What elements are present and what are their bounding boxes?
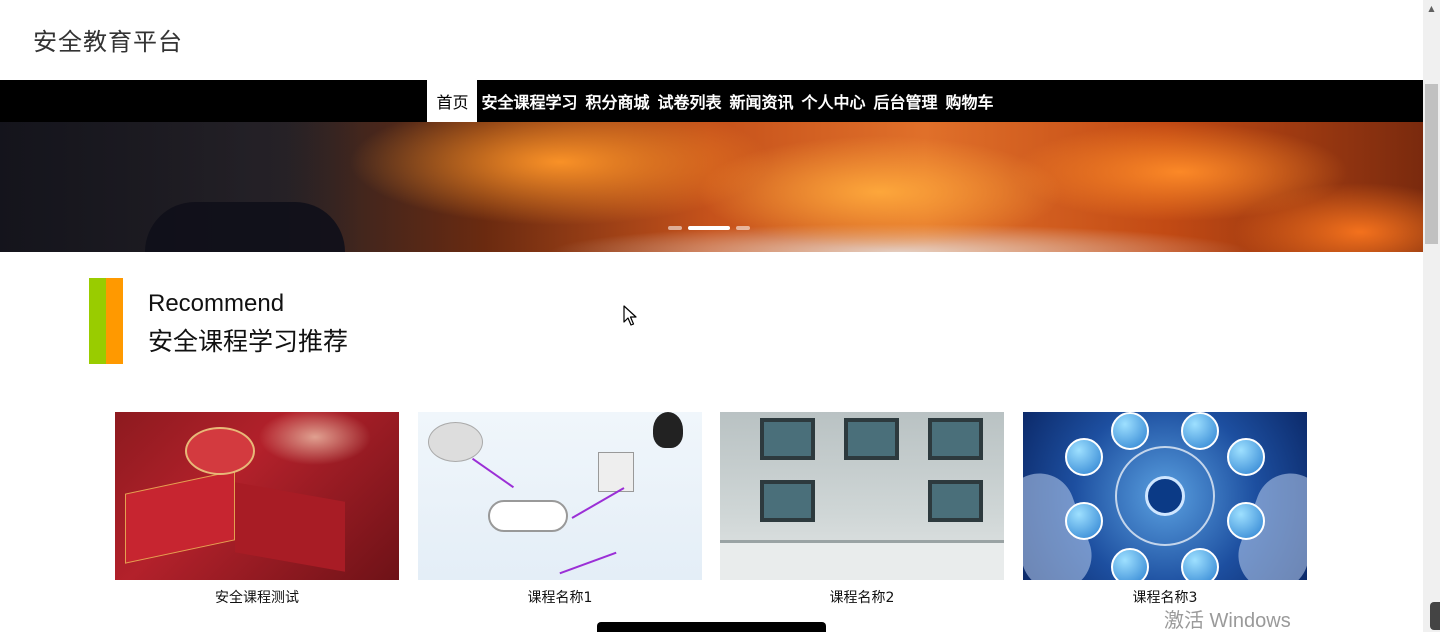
nav-item-courses[interactable]: 安全课程学习 (477, 80, 581, 122)
scroll-thumb[interactable] (1425, 84, 1438, 244)
main-nav: 首页 安全课程学习 积分商城 试卷列表 新闻资讯 个人中心 后台管理 购物车 (0, 80, 1423, 122)
course-thumbnail[interactable] (115, 412, 399, 580)
accent-green (89, 278, 106, 364)
nav-item-points-mall[interactable]: 积分商城 (581, 80, 653, 122)
section-accent-bar (89, 278, 123, 364)
course-name[interactable]: 课程名称1 (418, 587, 702, 607)
course-name[interactable]: 安全课程测试 (115, 587, 399, 607)
monitor-shape (760, 480, 815, 522)
monitor-shape (928, 480, 983, 522)
page-scrollbar[interactable]: ▲ (1423, 0, 1440, 632)
monitor-shape (844, 418, 899, 460)
nav-item-cart[interactable]: 购物车 (942, 80, 998, 122)
sensor-shape (598, 452, 634, 492)
course-card[interactable]: 课程名称3 (1023, 412, 1307, 607)
connector-line (471, 457, 515, 489)
bubble-shape (1181, 548, 1219, 580)
section-title-en: Recommend (148, 290, 285, 317)
carousel-indicators (668, 226, 750, 230)
console-desk-shape (720, 540, 1004, 580)
bubble-shape (1111, 548, 1149, 580)
bubble-shape (1065, 502, 1103, 540)
nav-item-news[interactable]: 新闻资讯 (726, 80, 798, 122)
nav-item-home[interactable]: 首页 (427, 80, 478, 122)
accent-orange (106, 278, 123, 364)
hub-icon (1145, 476, 1185, 516)
course-thumbnail[interactable] (720, 412, 1004, 580)
course-card[interactable]: 课程名称1 (418, 412, 702, 607)
course-name[interactable]: 课程名称2 (720, 587, 1004, 607)
nav-item-admin[interactable]: 后台管理 (870, 80, 942, 122)
course-card[interactable]: 课程名称2 (720, 412, 1004, 607)
banner-figure (145, 202, 345, 252)
course-thumbnail[interactable] (1023, 412, 1307, 580)
side-widget-icon[interactable] (1430, 602, 1440, 630)
carousel-dot-active[interactable] (688, 226, 730, 230)
bubble-shape (1227, 438, 1265, 476)
nav-item-exam-list[interactable]: 试卷列表 (653, 80, 725, 122)
controller-shape (488, 500, 568, 532)
site-title[interactable]: 安全教育平台 (33, 22, 183, 57)
connector-line (559, 551, 617, 575)
more-courses-button[interactable] (597, 622, 826, 632)
page: 安全教育平台 首页 安全课程学习 积分商城 试卷列表 新闻资讯 个人中心 后台管… (0, 0, 1423, 632)
gift-box-shape (235, 482, 345, 572)
banner-carousel[interactable] (0, 122, 1423, 252)
carousel-dot[interactable] (668, 226, 682, 230)
monitor-shape (760, 418, 815, 460)
nav-list: 首页 安全课程学习 积分商城 试卷列表 新闻资讯 个人中心 后台管理 购物车 (427, 80, 997, 122)
course-card[interactable]: 安全课程测试 (115, 412, 399, 607)
scroll-up-arrow-icon[interactable]: ▲ (1423, 0, 1440, 17)
bubble-shape (1111, 412, 1149, 450)
bubble-shape (1065, 438, 1103, 476)
remote-shape (653, 412, 683, 448)
gift-box-shape (125, 470, 235, 564)
monitor-shape (928, 418, 983, 460)
bubble-shape (1181, 412, 1219, 450)
nav-item-profile[interactable]: 个人中心 (798, 80, 870, 122)
windows-activation-watermark: 激活 Windows (1164, 610, 1291, 632)
round-box-shape (185, 427, 255, 475)
smoke-detector-shape (428, 422, 483, 462)
site-header: 安全教育平台 (0, 0, 1423, 80)
section-title-cn: 安全课程学习推荐 (148, 327, 349, 356)
course-thumbnail[interactable] (418, 412, 702, 580)
bubble-shape (1227, 502, 1265, 540)
carousel-dot[interactable] (736, 226, 750, 230)
